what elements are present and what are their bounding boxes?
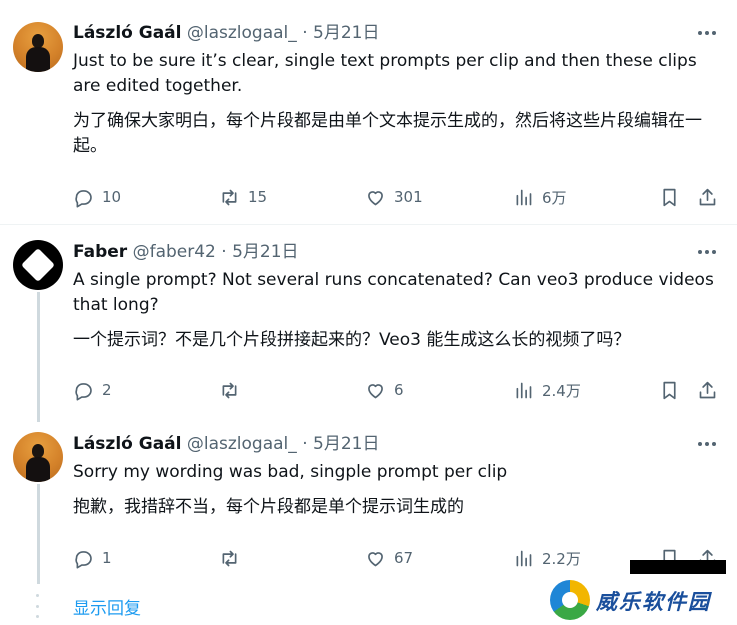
tweet-actions: 1 67 2.2万 [73,546,723,570]
repost-count: 15 [248,188,268,206]
repost-button[interactable] [219,378,248,402]
tweet-translation: 为了确保大家明白，每个片段都是由单个文本提示生成的，然后将这些片段编辑在一起。 [73,111,702,156]
separator: · [302,434,308,454]
repost-button[interactable]: 15 [219,185,267,209]
tweet-actions: 10 15 301 6万 [73,185,723,209]
like-count: 301 [394,188,423,206]
tweet-text: A single prompt? Not several runs concat… [73,270,714,315]
separator: · [302,23,308,43]
views-button[interactable]: 2.2万 [513,546,581,570]
tweet-translation: 一个提示词？不是几个片段拼接起来的？Veo3 能生成这么长的视频了吗？ [73,330,631,350]
tweet-translation: 抱歉，我措辞不当，每个片段都是单个提示词生成的 [73,497,464,517]
more-icon[interactable] [694,433,720,455]
views-button[interactable]: 2.4万 [513,378,581,402]
views-count: 6万 [542,188,567,207]
reply-icon [75,382,92,401]
share-button[interactable] [697,185,718,209]
tweet-header: Faber @faber42 · 5月21日 [73,241,299,263]
like-icon [368,190,383,205]
views-icon [516,382,532,398]
divider [0,224,737,225]
like-count: 6 [394,381,404,399]
repost-button[interactable] [219,546,248,570]
show-replies-link[interactable]: 显示回复 [73,594,141,619]
share-button[interactable] [697,378,718,402]
like-count: 67 [394,549,414,567]
views-count: 2.4万 [542,381,581,400]
views-button[interactable]: 6万 [513,185,567,209]
views-icon [516,189,532,205]
share-icon [699,381,716,398]
author-name[interactable]: László Gaál [73,23,181,43]
like-icon [368,383,383,398]
like-button[interactable]: 67 [365,546,413,570]
like-button[interactable]: 6 [365,378,404,402]
reply-button[interactable]: 10 [73,185,121,209]
tweet-text: Sorry my wording was bad, singple prompt… [73,462,508,482]
views-icon [516,550,532,566]
watermark: 威乐软件园 [546,560,737,625]
reply-count: 10 [102,188,122,206]
repost-icon [222,189,237,205]
tweet-date[interactable]: 5月21日 [313,434,379,454]
thread-more-dots [36,594,40,618]
tweet-date[interactable]: 5月21日 [313,23,379,43]
avatar[interactable] [13,22,63,72]
reply-count: 1 [102,549,112,567]
reply-button[interactable]: 1 [73,546,112,570]
repost-icon [222,550,237,566]
watermark-logo-icon [550,580,590,620]
tweet-header: László Gaál @laszlogaal_ · 5月21日 [73,433,379,455]
views-count: 2.2万 [542,549,581,568]
reply-icon [75,189,92,208]
bookmark-icon [663,188,676,206]
like-button[interactable]: 301 [365,185,423,209]
tweet-header: László Gaál @laszlogaal_ · 5月21日 [73,22,379,44]
tweet-text: Just to be sure it’s clear, single text … [73,51,697,96]
repost-icon [222,382,237,398]
thread-connector [37,292,40,422]
bookmark-button[interactable] [659,185,680,209]
more-icon[interactable] [694,241,720,263]
watermark-text: 威乐软件园 [596,590,711,614]
tweet-actions: 2 6 2.4万 [73,378,723,402]
author-handle[interactable]: @laszlogaal_ [187,434,297,454]
watermark-bar [630,560,726,574]
bookmark-button[interactable] [659,378,680,402]
more-icon[interactable] [694,22,720,44]
bookmark-icon [663,381,676,399]
tweet-date[interactable]: 5月21日 [232,242,298,262]
reply-button[interactable]: 2 [73,378,112,402]
thread-connector [37,484,40,584]
author-name[interactable]: László Gaál [73,434,181,454]
separator: · [221,242,227,262]
author-handle[interactable]: @laszlogaal_ [187,23,297,43]
share-icon [699,188,716,205]
like-icon [368,551,383,566]
reply-count: 2 [102,381,112,399]
avatar[interactable] [13,432,63,482]
author-name[interactable]: Faber [73,242,127,262]
author-handle[interactable]: @faber42 [133,242,216,262]
avatar[interactable] [13,240,63,290]
reply-icon [75,550,92,569]
